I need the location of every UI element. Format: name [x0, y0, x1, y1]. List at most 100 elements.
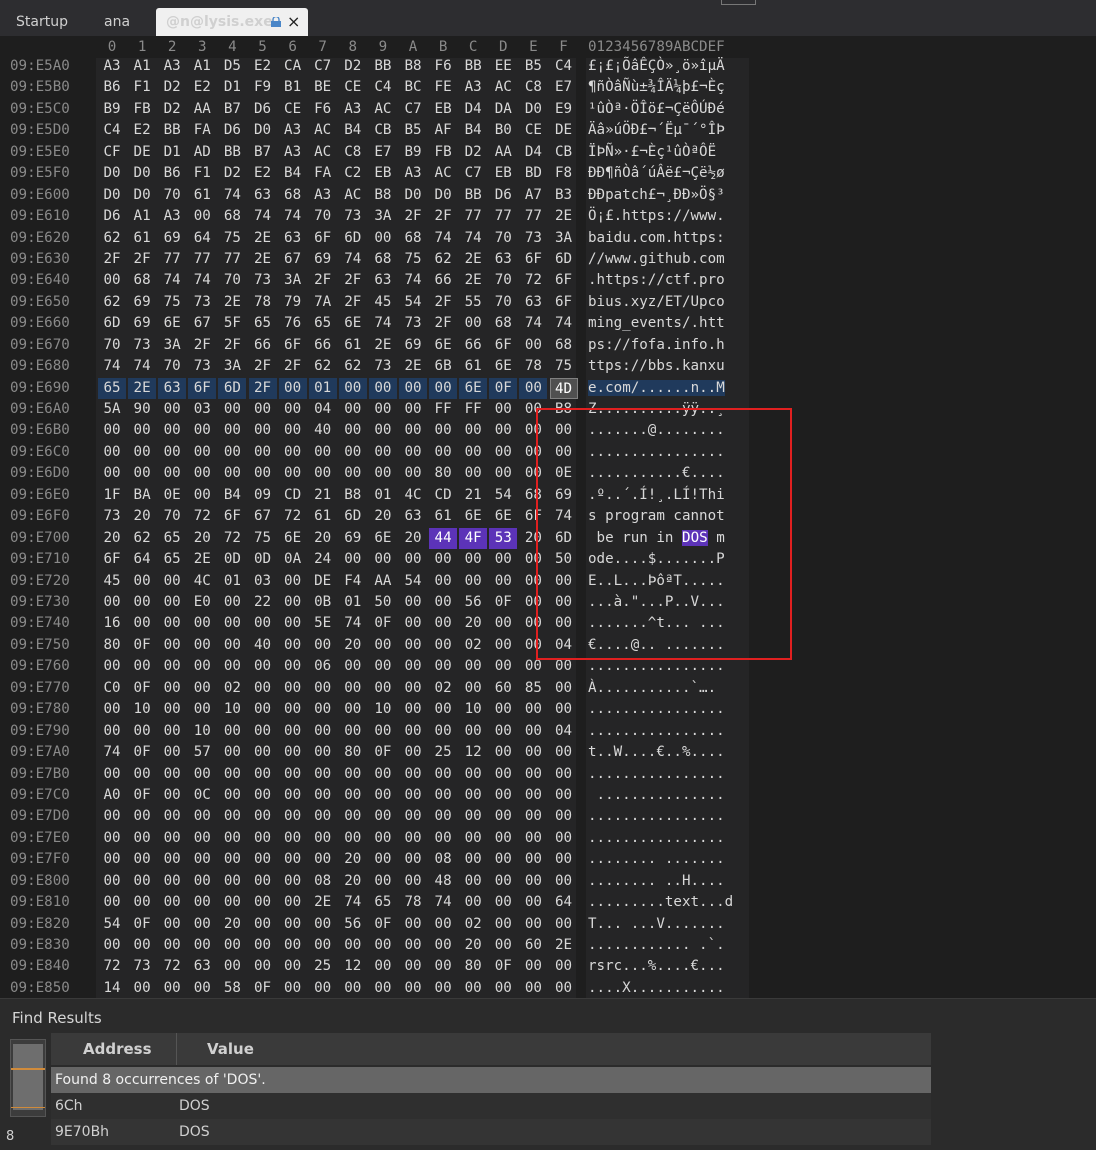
hex-byte[interactable]: 6F	[489, 335, 517, 356]
hex-byte[interactable]: F6	[429, 56, 457, 77]
hex-byte[interactable]: 6D	[550, 528, 578, 549]
hex-byte[interactable]: 74	[339, 892, 367, 913]
hex-byte[interactable]: D1	[218, 77, 246, 98]
hex-byte[interactable]: F1	[128, 77, 156, 98]
hex-byte[interactable]: 00	[158, 442, 186, 463]
hex-byte[interactable]: 74	[218, 185, 246, 206]
hex-row[interactable]: 09:E790 00 00 00 10 00 00 00 00 00 00 00 00 00 00 00 04.…	[6, 721, 766, 742]
hex-byte[interactable]: 00	[550, 764, 578, 785]
hex-byte[interactable]: 74	[249, 206, 277, 227]
hex-byte[interactable]: 00	[369, 463, 397, 484]
hex-byte[interactable]: 0F	[128, 914, 156, 935]
hex-byte[interactable]: A3	[98, 56, 126, 77]
hex-byte[interactable]: 54	[98, 914, 126, 935]
hex-byte[interactable]: 00	[158, 635, 186, 656]
hex-row[interactable]: 09:E840 72 73 72 63 00 00 00 25 12 00 00 00 80 0F 00 00 r…	[6, 956, 766, 977]
hex-byte[interactable]: 00	[218, 592, 246, 613]
hex-byte[interactable]: 00	[459, 764, 487, 785]
hex-byte[interactable]: 00	[429, 377, 458, 400]
hex-byte[interactable]: 00	[158, 764, 186, 785]
hex-byte[interactable]: D2	[158, 77, 186, 98]
hex-byte[interactable]: 2E	[249, 228, 277, 249]
hex-byte[interactable]: 00	[188, 806, 216, 827]
hex-byte[interactable]: 54	[489, 485, 517, 506]
hex-row[interactable]: 09:E800 00 00 00 00 00 00 00 08 20 00 00 48 00 00 00 00.…	[6, 871, 766, 892]
hex-byte[interactable]: 1F	[98, 485, 126, 506]
hex-row[interactable]: 09:E5A0 A3 A1 A3 A1 D5 E2 CA C7 D2 BB B8 F6 BB EE B5 C4 £…	[6, 56, 766, 77]
hex-byte[interactable]: 00	[218, 656, 246, 677]
tab-startup[interactable]: Startup	[16, 8, 68, 36]
hex-byte[interactable]: 2F	[279, 356, 307, 377]
hex-byte[interactable]: 61	[429, 506, 457, 527]
hex-byte[interactable]: FF	[459, 399, 487, 420]
hex-byte[interactable]: 00	[459, 721, 487, 742]
hex-byte[interactable]: 74	[550, 506, 578, 527]
hex-byte[interactable]: 00	[249, 463, 277, 484]
hex-byte[interactable]: 00	[339, 699, 367, 720]
hex-byte[interactable]: 4D	[549, 377, 578, 400]
hex-row[interactable]: 09:E7B0 00 00 00 00 00 00 00 00 00 00 00 00 00 00 00 00.…	[6, 764, 766, 785]
ascii-text[interactable]: .......@........	[588, 420, 725, 441]
hex-byte[interactable]: 00	[519, 635, 547, 656]
ascii-text[interactable]: ........ ..H....	[588, 871, 725, 892]
hex-byte[interactable]: 00	[519, 892, 547, 913]
hex-byte[interactable]: 73	[369, 356, 397, 377]
hex-byte[interactable]: DE	[309, 571, 337, 592]
hex-byte[interactable]: 6F	[519, 249, 547, 270]
hex-byte[interactable]: FF	[429, 399, 457, 420]
hex-byte[interactable]: 75	[550, 356, 578, 377]
hex-byte[interactable]: 00	[128, 935, 156, 956]
hex-byte[interactable]: 0D	[218, 549, 246, 570]
hex-byte[interactable]: C8	[519, 77, 547, 98]
ascii-text[interactable]: À...........`….	[588, 678, 716, 699]
ascii-text[interactable]: Äâ»úÖÐ£¬´Ëµ¯´°ÎÞ	[588, 120, 725, 141]
hex-byte[interactable]: 2E	[249, 249, 277, 270]
hex-byte[interactable]: 04	[550, 721, 578, 742]
hex-byte[interactable]: A7	[519, 185, 547, 206]
hex-row[interactable]: 09:E820 54 0F 00 00 20 00 00 00 56 0F 00 00 02 00 00 00 T…	[6, 914, 766, 935]
hex-byte[interactable]: 06	[309, 656, 337, 677]
hex-byte[interactable]: CB	[369, 120, 397, 141]
hex-byte[interactable]: D1	[158, 142, 186, 163]
hex-byte[interactable]: 72	[279, 506, 307, 527]
hex-byte[interactable]: 80	[429, 463, 457, 484]
hex-byte[interactable]: 00	[309, 463, 337, 484]
hex-byte[interactable]: 00	[188, 635, 216, 656]
ascii-text[interactable]: T... ...V.......	[588, 914, 725, 935]
hex-byte[interactable]: 20	[459, 935, 487, 956]
hex-byte[interactable]: 09	[249, 485, 277, 506]
hex-byte[interactable]: 85	[519, 678, 547, 699]
hex-byte[interactable]: 67	[279, 249, 307, 270]
hex-byte[interactable]: 00	[98, 656, 126, 677]
tab-analysis-exe[interactable]: @n@lysis.exe ×	[156, 8, 308, 36]
hex-byte[interactable]: 68	[550, 335, 578, 356]
hex-byte[interactable]: 00	[399, 377, 427, 400]
hex-byte[interactable]: 00	[279, 849, 307, 870]
hex-byte[interactable]: 0F	[369, 742, 397, 763]
hex-byte[interactable]: 00	[489, 721, 517, 742]
hex-byte[interactable]: 70	[158, 356, 186, 377]
hex-row[interactable]: 09:E750 80 0F 00 00 00 40 00 00 20 00 00 00 02 00 00 04 €…	[6, 635, 766, 656]
hex-byte[interactable]: B8	[339, 485, 367, 506]
hex-byte[interactable]: 00	[519, 571, 547, 592]
column-value[interactable]: Value	[207, 1033, 254, 1065]
hex-byte[interactable]: 00	[128, 978, 156, 999]
hex-byte[interactable]: 6F	[279, 335, 307, 356]
hex-byte[interactable]: 0F	[249, 978, 277, 999]
hex-byte[interactable]: 70	[489, 228, 517, 249]
hex-byte[interactable]: 00	[128, 892, 156, 913]
hex-byte[interactable]: 75	[218, 228, 246, 249]
hex-byte[interactable]: 0F	[489, 377, 518, 400]
hex-byte[interactable]: F1	[188, 163, 216, 184]
hex-byte[interactable]: 00	[249, 935, 277, 956]
ascii-text[interactable]: E..L...ÞôªT.....	[588, 571, 725, 592]
hex-byte[interactable]: C7	[459, 163, 487, 184]
hex-byte[interactable]: 72	[158, 956, 186, 977]
hex-byte[interactable]: 00	[249, 785, 277, 806]
hex-byte[interactable]: 00	[519, 549, 547, 570]
hex-byte[interactable]: 77	[489, 206, 517, 227]
hex-byte[interactable]: 74	[429, 892, 457, 913]
hex-byte[interactable]: 73	[128, 335, 156, 356]
ascii-text[interactable]: ...à."...P..V...	[588, 592, 725, 613]
hex-byte[interactable]: 75	[399, 249, 427, 270]
